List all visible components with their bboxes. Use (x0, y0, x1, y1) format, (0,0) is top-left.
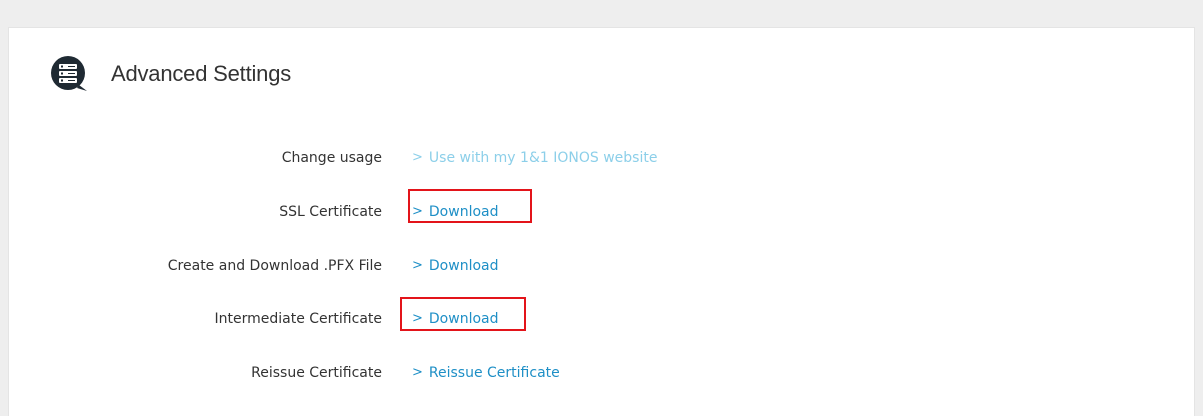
setting-row-reissue-certificate: Reissue Certificate > Reissue Certificate (9, 359, 1194, 389)
highlight-box (400, 297, 526, 331)
advanced-settings-panel: Advanced Settings Change usage > Use with… (8, 27, 1195, 416)
setting-row-intermediate-certificate: Intermediate Certificate > Download (9, 297, 1194, 335)
reissue-certificate-link[interactable]: > Reissue Certificate (412, 365, 560, 381)
chevron-right-icon: > (412, 365, 423, 380)
setting-label: Reissue Certificate (251, 365, 382, 381)
setting-label: SSL Certificate (279, 204, 382, 220)
link-label: Reissue Certificate (428, 365, 560, 381)
setting-row-pfx-file: Create and Download .PFX File > Download (9, 252, 1194, 282)
link-label: Use with my 1&1 IONOS website (428, 150, 658, 166)
page-title: Advanced Settings (111, 61, 292, 86)
link-label: Download (428, 258, 499, 274)
chevron-right-icon: > (412, 258, 423, 273)
setting-label: Intermediate Certificate (214, 311, 383, 327)
highlight-box (408, 189, 532, 223)
setting-row-ssl-certificate: SSL Certificate > Download (9, 189, 1194, 228)
setting-row-change-usage: Change usage > Use with my 1&1 IONOS webs… (9, 144, 1194, 174)
setting-label: Change usage (281, 150, 382, 166)
pfx-download-link[interactable]: > Download (412, 258, 499, 274)
panel-header: Advanced Settings (49, 54, 291, 94)
server-icon (49, 54, 89, 94)
chevron-right-icon: > (412, 150, 423, 165)
use-with-website-link[interactable]: > Use with my 1&1 IONOS website (412, 150, 657, 166)
setting-label: Create and Download .PFX File (167, 258, 382, 274)
